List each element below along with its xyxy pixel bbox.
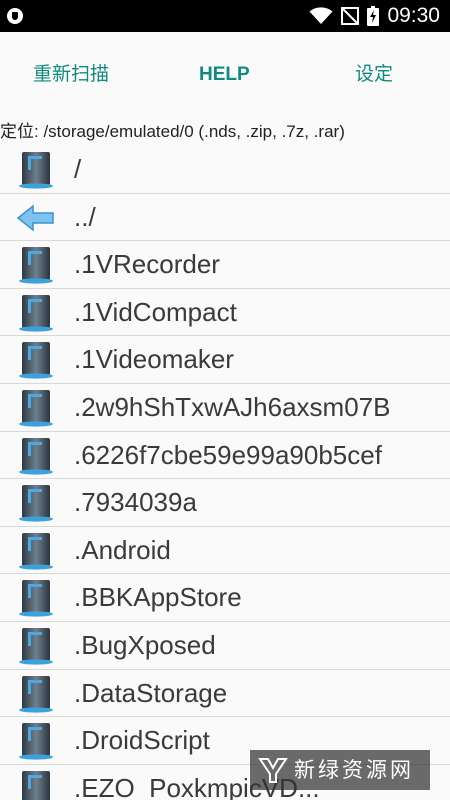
file-list-item[interactable]: .2w9hShTxwAJh6axsm07B: [0, 384, 450, 432]
file-list-item-label: .DataStorage: [74, 677, 228, 708]
clock: 09:30: [387, 4, 440, 27]
file-list-item[interactable]: .6226f7cbe59e99a90b5cef: [0, 432, 450, 480]
folder-icon: [16, 532, 56, 570]
watermark-logo-icon: [258, 758, 288, 783]
folder-icon: [16, 151, 56, 189]
back-arrow-icon: [16, 199, 56, 237]
file-list[interactable]: / ../ .1VRecorder .1VidCompact .1Videomaker.…: [0, 146, 450, 800]
settings-button[interactable]: 设定: [355, 58, 393, 92]
file-list-item[interactable]: .BugXposed: [0, 622, 450, 670]
folder-icon: [16, 675, 56, 713]
battery-charging-icon: [367, 6, 380, 26]
rescan-button[interactable]: 重新扫描: [33, 58, 109, 92]
folder-icon: [16, 294, 56, 332]
help-button[interactable]: HELP: [199, 58, 250, 92]
no-signal-icon: [341, 7, 360, 25]
file-list-item-label: .BBKAppStore: [74, 582, 242, 613]
folder-icon: [16, 437, 56, 475]
folder-icon: [16, 722, 56, 760]
folder-icon: [16, 484, 56, 522]
toolbar: 重新扫描 HELP 设定: [0, 32, 450, 118]
status-icons: 09:30: [309, 0, 440, 32]
folder-icon: [16, 579, 56, 617]
file-list-item[interactable]: .Android: [0, 527, 450, 575]
file-list-item[interactable]: .1VidCompact: [0, 289, 450, 337]
status-bar: 09:30: [0, 0, 450, 32]
watermark: 新绿资源网: [250, 750, 430, 790]
folder-icon: [16, 627, 56, 665]
shield-icon: [7, 8, 23, 24]
file-list-item-label: /: [74, 154, 82, 184]
file-list-item-label: .DroidScript: [74, 725, 210, 756]
wifi-icon: [309, 7, 333, 24]
file-list-item-label: .6226f7cbe59e99a90b5cef: [74, 439, 382, 470]
file-list-item-label: ../: [74, 201, 96, 232]
file-list-item-label: .7934039a: [74, 487, 197, 518]
file-list-item-label: .1VRecorder: [74, 249, 220, 280]
file-list-item[interactable]: .DataStorage: [0, 670, 450, 718]
file-list-item[interactable]: ../: [0, 194, 450, 242]
file-list-item-label: .Android: [74, 534, 171, 565]
file-list-item[interactable]: .BBKAppStore: [0, 574, 450, 622]
file-list-item-label: .1VidCompact: [74, 296, 237, 327]
folder-icon: [16, 770, 56, 800]
folder-icon: [16, 246, 56, 284]
current-path: 定位: /storage/emulated/0 (.nds, .zip, .7z…: [0, 122, 345, 141]
folder-icon: [16, 389, 56, 427]
folder-icon: [16, 341, 56, 379]
file-list-item[interactable]: .7934039a: [0, 479, 450, 527]
file-list-item-label: .1Videomaker: [74, 344, 234, 375]
file-list-item-label: .BugXposed: [74, 629, 216, 660]
watermark-text: 新绿资源网: [294, 758, 414, 782]
file-list-item[interactable]: .1VRecorder: [0, 241, 450, 289]
file-list-item[interactable]: /: [0, 146, 450, 194]
file-list-item-label: .2w9hShTxwAJh6axsm07B: [74, 391, 391, 422]
file-list-item[interactable]: .1Videomaker: [0, 336, 450, 384]
